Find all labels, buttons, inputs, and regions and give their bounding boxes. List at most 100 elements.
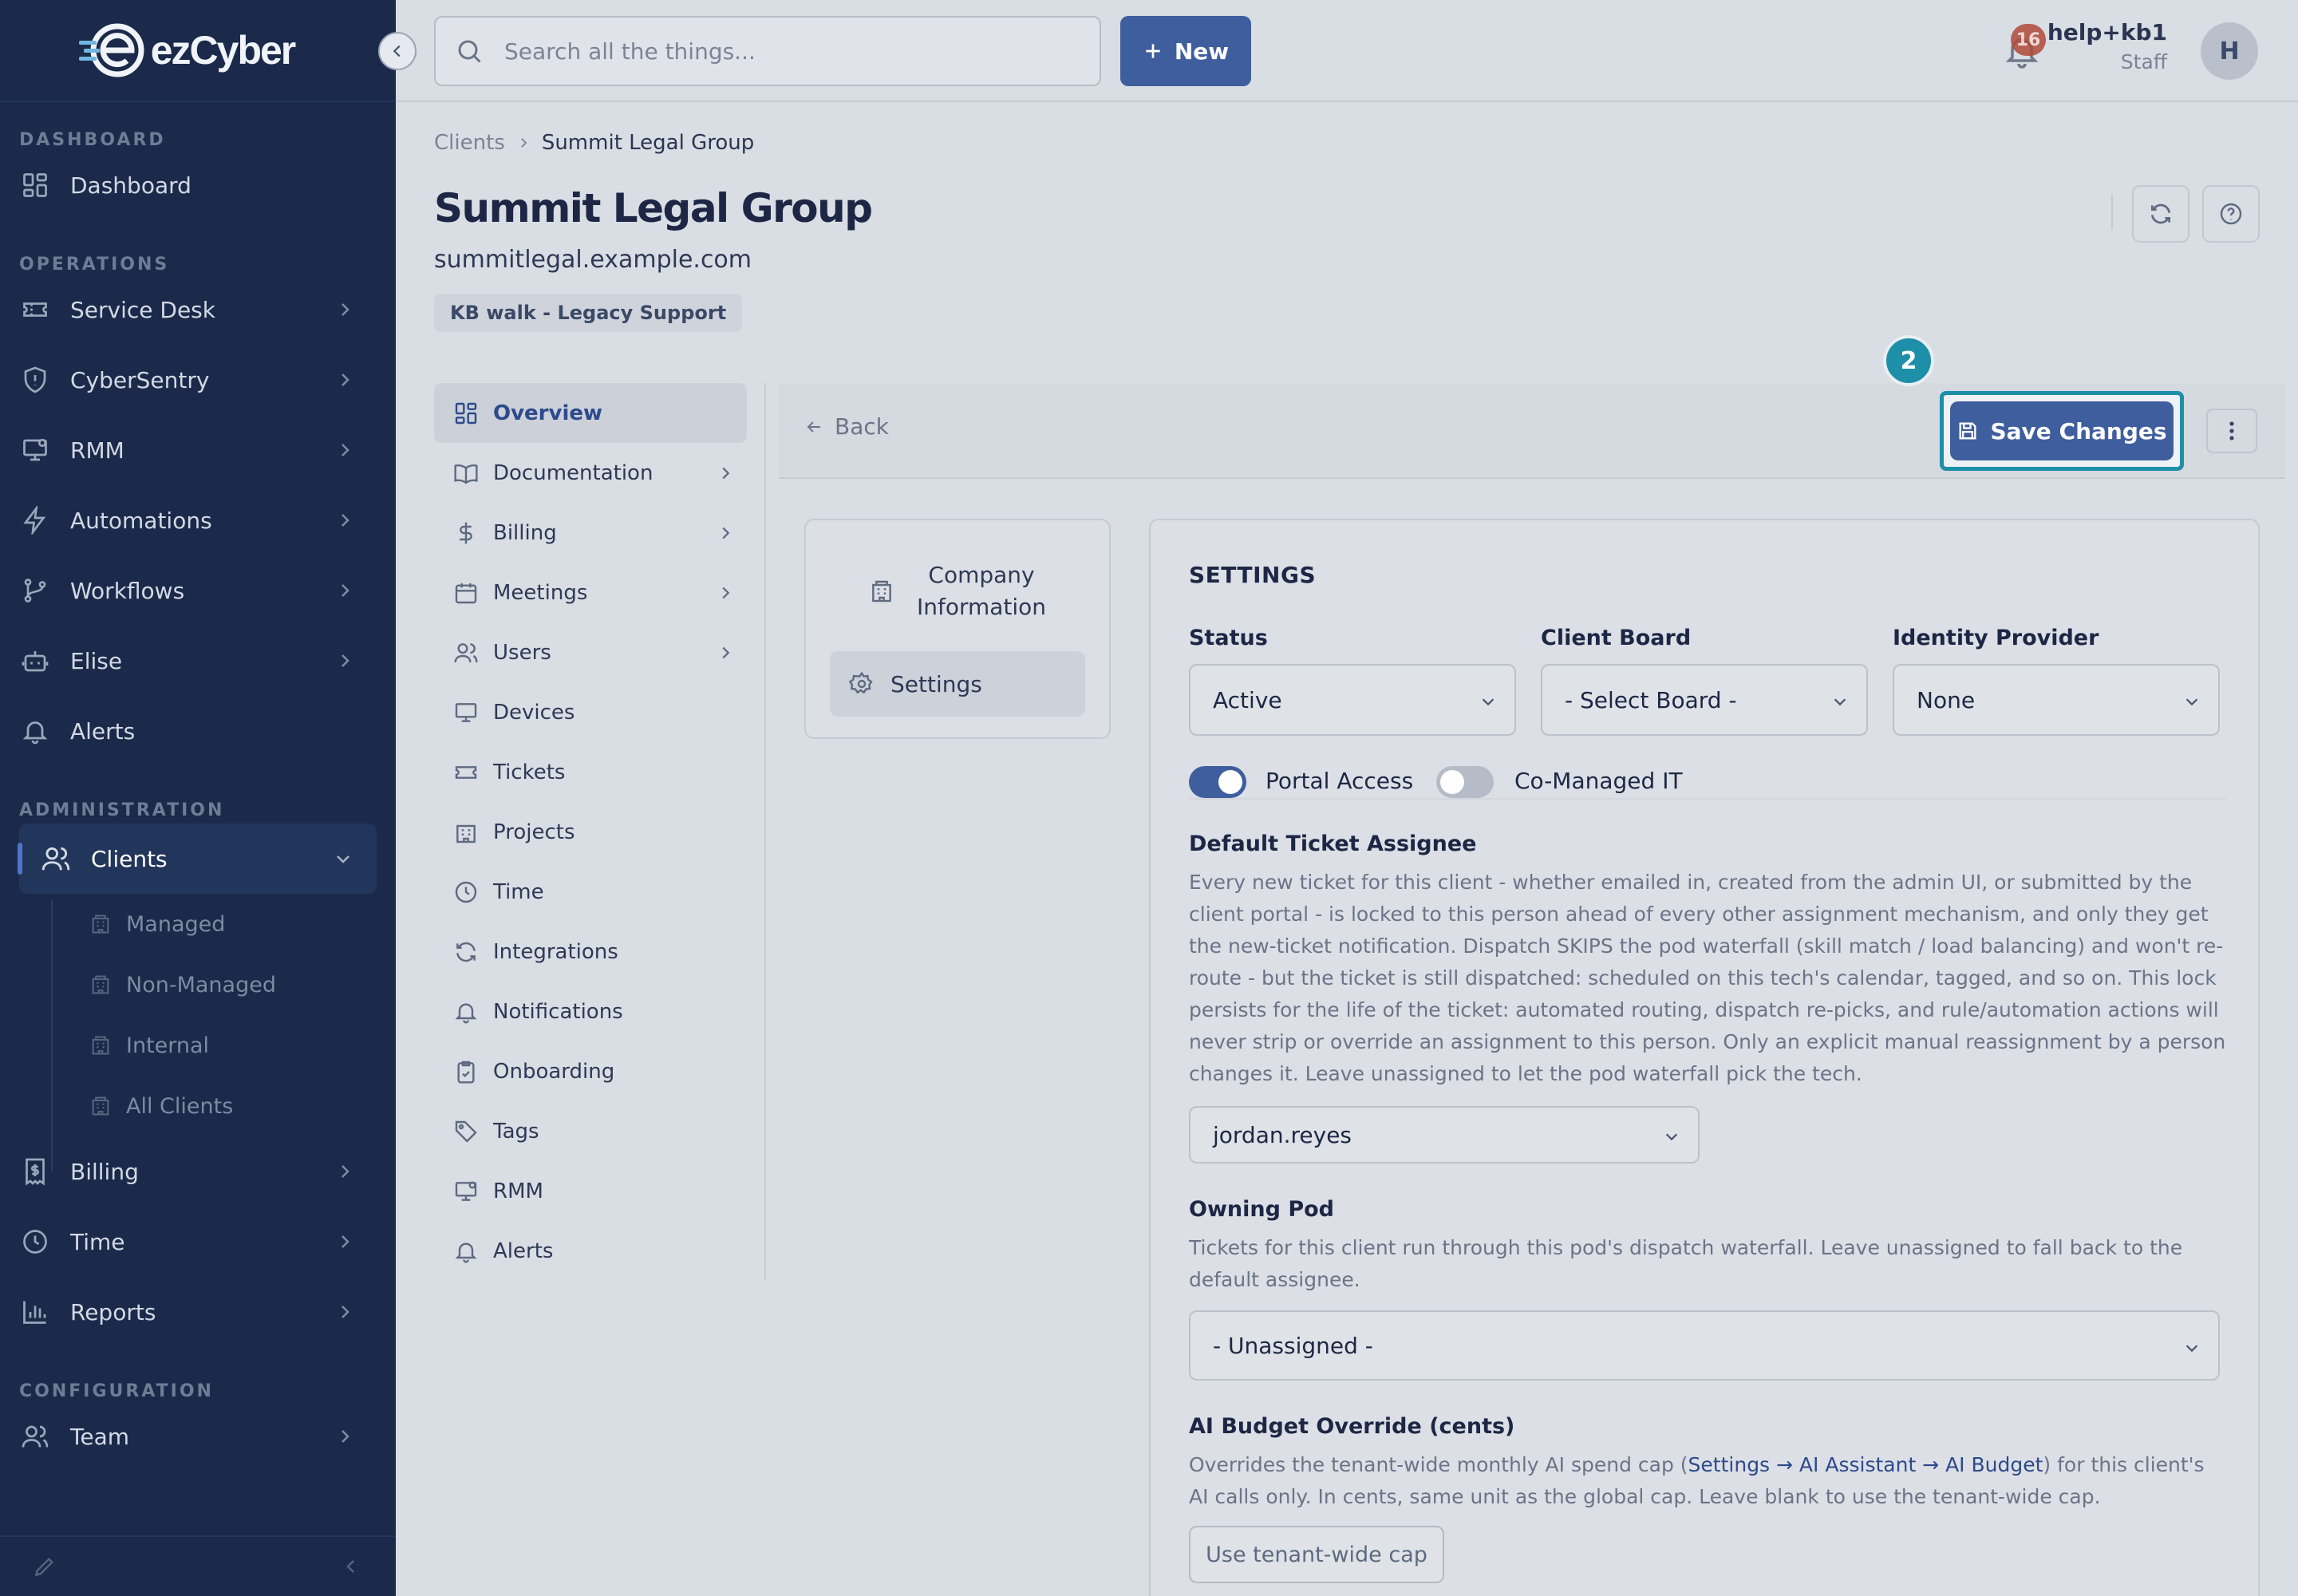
- status-select[interactable]: Active: [1189, 664, 1516, 736]
- subnav-item-users[interactable]: Users: [434, 622, 747, 682]
- search-placeholder: Search all the things...: [504, 38, 756, 65]
- subnav-item-meetings[interactable]: Meetings: [434, 563, 747, 622]
- brand-logo[interactable]: ezCyber: [77, 22, 296, 79]
- company-info-line2: Information: [916, 594, 1047, 620]
- logo-e-icon: [78, 23, 144, 77]
- subnav-divider: [764, 383, 766, 1280]
- save-changes-label: Save Changes: [1990, 417, 2167, 444]
- sidebar-item-time[interactable]: Time: [0, 1207, 396, 1277]
- sidebar-logo-area: ezCyber: [0, 0, 417, 102]
- sidebar-subitem-non-managed[interactable]: Non-Managed: [0, 954, 396, 1015]
- subnav-item-notifications[interactable]: Notifications: [434, 982, 747, 1041]
- owning-pod-select[interactable]: - Unassigned -: [1189, 1310, 2220, 1381]
- identity-provider-value: None: [1917, 686, 1976, 713]
- client-board-select[interactable]: - Select Board -: [1541, 664, 1868, 736]
- default-assignee-select[interactable]: jordan.reyes: [1189, 1106, 1700, 1163]
- sidebar-item-workflows[interactable]: Workflows: [0, 555, 396, 626]
- new-button[interactable]: New: [1120, 16, 1251, 86]
- pencil-icon[interactable]: [32, 1554, 57, 1579]
- sidebar-item-cybersentry[interactable]: CyberSentry: [0, 345, 396, 415]
- refresh-button[interactable]: [2132, 185, 2189, 243]
- shield-icon: [19, 364, 51, 396]
- chevron-right-icon: [342, 1235, 349, 1248]
- chevron-right-icon: [520, 138, 527, 148]
- subnav-label: Tickets: [493, 760, 566, 784]
- users-icon: [454, 642, 478, 662]
- subnav-item-projects[interactable]: Projects: [434, 802, 747, 862]
- subnav-item-overview[interactable]: Overview: [434, 383, 747, 443]
- ai-budget-help: Overrides the tenant-wide monthly AI spe…: [1189, 1449, 2226, 1513]
- chevron-right-icon: [342, 1165, 349, 1178]
- sidebar-item-reports[interactable]: Reports: [0, 1277, 396, 1347]
- back-button[interactable]: Back: [804, 413, 889, 440]
- dashboard-icon: [19, 169, 51, 201]
- sidebar-item-team[interactable]: Team: [0, 1401, 396, 1472]
- sidebar-item-label: Billing: [70, 1158, 139, 1185]
- section-settings[interactable]: Settings: [830, 651, 1085, 717]
- client-tag[interactable]: KB walk - Legacy Support: [434, 294, 743, 332]
- subnav-item-onboarding[interactable]: Onboarding: [434, 1041, 747, 1101]
- identity-provider-select[interactable]: None: [1893, 664, 2220, 736]
- save-icon: [1959, 422, 1976, 440]
- user-role: Staff: [2120, 50, 2167, 73]
- subnav-item-devices[interactable]: Devices: [434, 682, 747, 742]
- monitor-icon: [455, 702, 477, 722]
- ai-budget-help-before: Overrides the tenant-wide monthly AI spe…: [1189, 1453, 1688, 1476]
- breadcrumb-current: Summit Legal Group: [541, 131, 755, 155]
- user-info[interactable]: help+kb1 Staff: [2047, 19, 2167, 73]
- default-assignee-help: Every new ticket for this client - wheth…: [1189, 871, 2226, 1085]
- sidebar-heading-administration: ADMINISTRATION: [19, 800, 225, 820]
- sidebar-subitem-internal[interactable]: Internal: [0, 1015, 396, 1076]
- sidebar-item-service-desk[interactable]: Service Desk: [0, 275, 396, 345]
- subnav-item-rmm[interactable]: RMM: [434, 1161, 747, 1221]
- sidebar-subitem-all-clients[interactable]: All Clients: [0, 1076, 396, 1136]
- help-button[interactable]: [2202, 185, 2260, 243]
- portal-access-toggle[interactable]: [1189, 766, 1246, 798]
- sidebar-item-billing[interactable]: Billing: [0, 1136, 396, 1207]
- portal-access-label: Portal Access: [1265, 768, 1414, 794]
- chevron-right-icon: [342, 303, 349, 316]
- sidebar-item-rmm[interactable]: RMM: [0, 415, 396, 485]
- sidebar-item-automations[interactable]: Automations: [0, 485, 396, 555]
- avatar[interactable]: H: [2201, 22, 2258, 80]
- subnav-item-time[interactable]: Time: [434, 862, 747, 922]
- sidebar-subitem-managed[interactable]: Managed: [0, 894, 396, 954]
- sidebar-item-label: Reports: [70, 1298, 156, 1325]
- use-tenant-wide-cap-button[interactable]: Use tenant-wide cap: [1189, 1526, 1444, 1583]
- ticket-icon: [19, 294, 51, 326]
- subnav-item-integrations[interactable]: Integrations: [434, 922, 747, 982]
- subnav-label: Notifications: [493, 999, 623, 1024]
- building-icon: [89, 1034, 112, 1057]
- search-input[interactable]: Search all the things...: [434, 16, 1101, 86]
- bolt-icon: [19, 504, 51, 536]
- subnav-item-documentation[interactable]: Documentation: [434, 443, 747, 503]
- more-options-button[interactable]: [2206, 409, 2257, 453]
- chevron-right-icon: [722, 527, 730, 539]
- section-company-information[interactable]: Company Information: [830, 531, 1085, 651]
- chevron-left-icon[interactable]: [342, 1557, 361, 1576]
- subnav-item-tickets[interactable]: Tickets: [434, 742, 747, 802]
- subnav-label: Overview: [493, 401, 603, 425]
- subnav-item-tags[interactable]: Tags: [434, 1101, 747, 1161]
- chevron-right-icon: [342, 514, 349, 527]
- chevron-right-icon: [342, 373, 349, 386]
- book-icon: [454, 464, 478, 484]
- subnav-item-billing[interactable]: Billing: [434, 503, 747, 563]
- chevron-right-icon: [342, 1430, 349, 1443]
- sidebar-item-alerts[interactable]: Alerts: [0, 696, 396, 766]
- sidebar-item-elise[interactable]: Elise: [0, 626, 396, 696]
- sidebar-item-label: Alerts: [70, 717, 136, 745]
- sidebar-item-clients[interactable]: Clients: [18, 824, 377, 894]
- subnav-label: Projects: [493, 820, 575, 844]
- dashboard-icon: [455, 402, 477, 424]
- chevron-right-icon: [722, 467, 730, 479]
- co-managed-toggle[interactable]: [1436, 766, 1494, 798]
- sidebar-item-label: Dashboard: [70, 172, 192, 199]
- bell-icon: [19, 715, 51, 747]
- sidebar-collapse-button[interactable]: [378, 32, 417, 70]
- sidebar-item-dashboard[interactable]: Dashboard: [0, 150, 396, 220]
- breadcrumb-clients-link[interactable]: Clients: [434, 131, 505, 155]
- save-changes-button[interactable]: Save Changes: [1950, 401, 2174, 460]
- ai-budget-settings-link[interactable]: Settings → AI Assistant → AI Budget: [1688, 1453, 2043, 1476]
- subnav-item-alerts[interactable]: Alerts: [434, 1221, 747, 1281]
